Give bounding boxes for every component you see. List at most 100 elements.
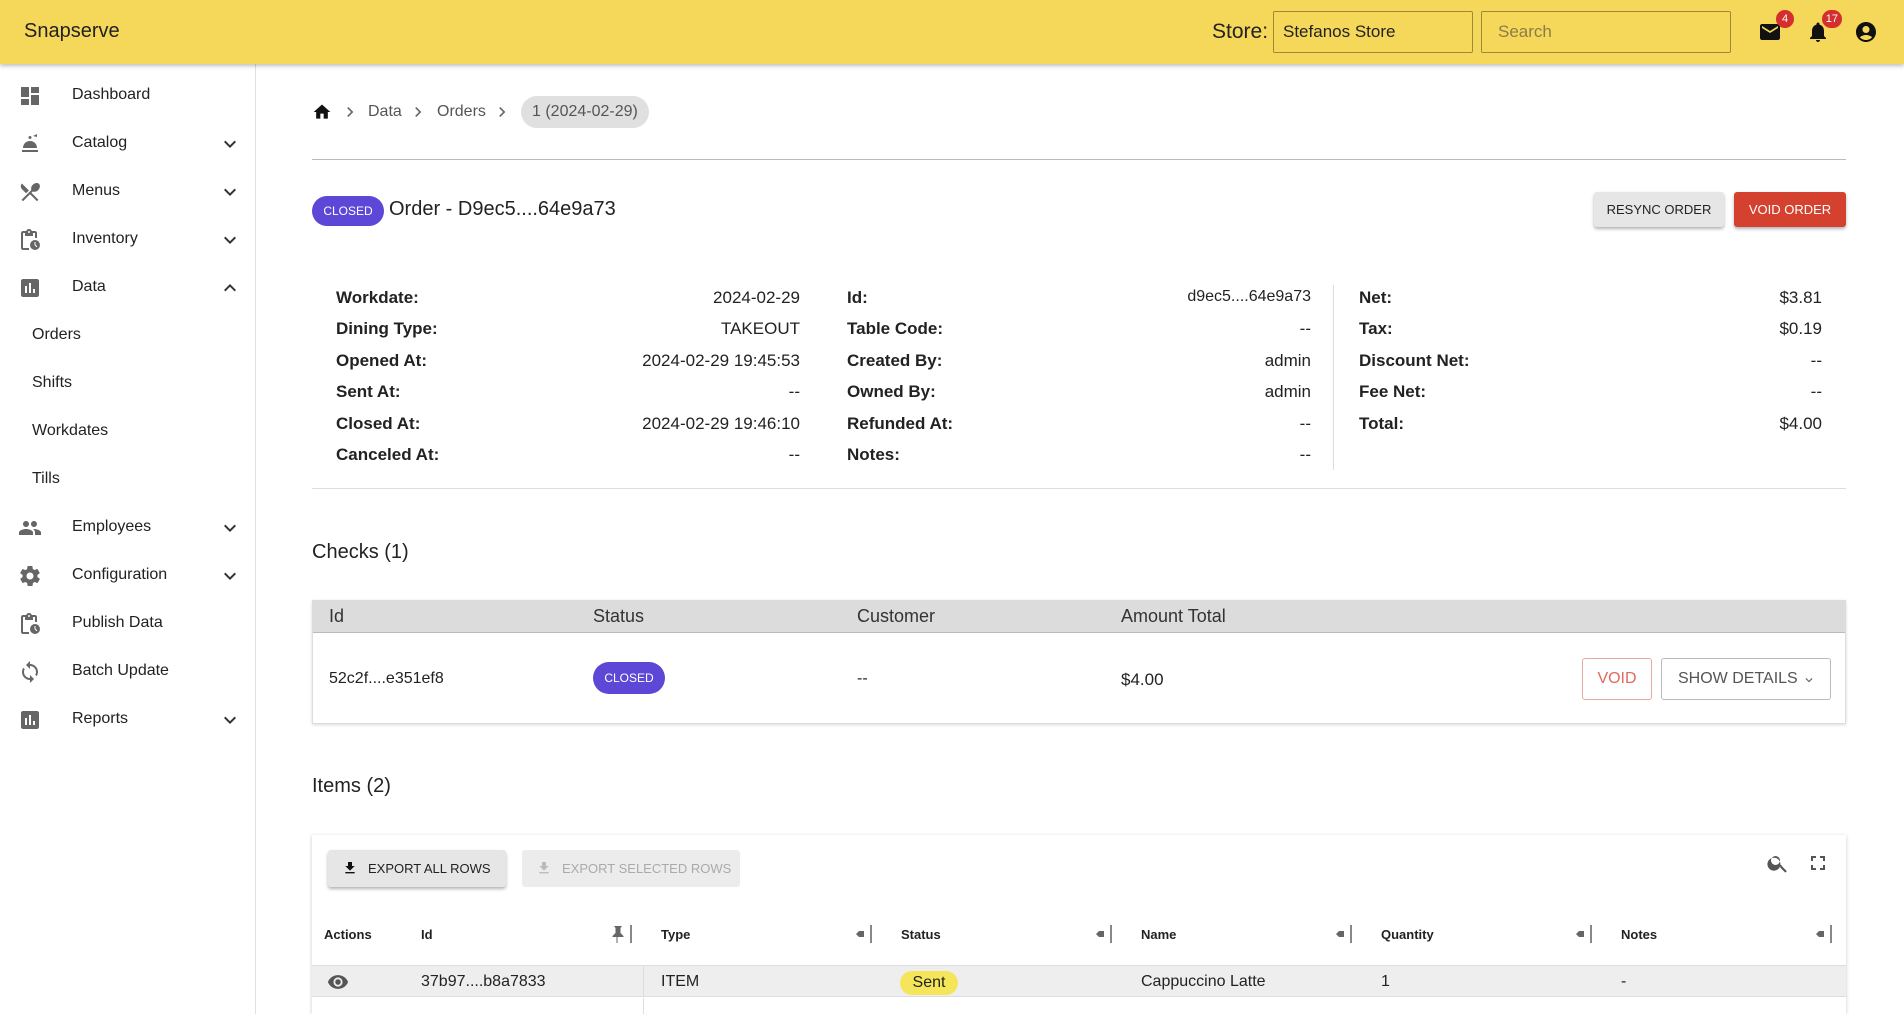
- checks-header: Id Status Customer Amount Total: [313, 601, 1845, 633]
- sidebar-item-label: Dashboard: [72, 86, 151, 103]
- column-divider: [643, 966, 644, 996]
- sidebar-item-menus[interactable]: Menus: [0, 168, 256, 216]
- check-customer: --: [857, 670, 868, 687]
- download-icon: [345, 862, 355, 874]
- sidebar-item-configuration[interactable]: Configuration: [0, 552, 256, 600]
- breadcrumb-orders[interactable]: Orders: [437, 103, 486, 121]
- detail-label: Closed At:: [336, 414, 421, 433]
- column-header-notes[interactable]: Notes: [1621, 927, 1657, 942]
- chevron-down-icon: [218, 708, 242, 732]
- column-header-customer[interactable]: Customer: [857, 606, 935, 627]
- pin-icon[interactable]: [1808, 923, 1834, 945]
- checks-title: Checks (1): [312, 541, 409, 563]
- home-icon[interactable]: [312, 102, 332, 122]
- detail-row: Canceled At: --: [336, 445, 800, 469]
- sidebar-item-batch-update[interactable]: Batch Update: [0, 648, 256, 696]
- sidebar-item-reports[interactable]: Reports: [0, 696, 256, 744]
- sidebar-item-employees[interactable]: Employees: [0, 504, 256, 552]
- column-header-status[interactable]: Status: [593, 606, 644, 627]
- column-header-name[interactable]: Name: [1141, 927, 1176, 942]
- pin-icon[interactable]: [848, 923, 874, 945]
- chevron-right-icon: [340, 102, 360, 122]
- account-icon[interactable]: [1854, 20, 1878, 44]
- detail-value: --: [1299, 319, 1311, 338]
- detail-label: Total:: [1359, 414, 1405, 433]
- show-details-button[interactable]: SHOW DETAILS: [1661, 658, 1831, 700]
- detail-row: Owned By: admin: [847, 382, 1311, 406]
- sidebar-item-dashboard[interactable]: Dashboard: [0, 72, 256, 120]
- column-header-amount-total[interactable]: Amount Total: [1121, 606, 1226, 627]
- search-icon[interactable]: [1766, 851, 1790, 875]
- pin-icon[interactable]: [1568, 923, 1594, 945]
- sync-icon: [18, 660, 42, 684]
- export-selected-label: EXPORT SELECTED ROWS: [562, 861, 732, 876]
- detail-label: Created By:: [847, 351, 943, 370]
- sidebar: Dashboard Catalog Menus Inventory Data O…: [0, 64, 256, 1014]
- sidebar-item-data[interactable]: Data: [0, 264, 256, 312]
- order-status-badge: CLOSED: [312, 196, 384, 226]
- column-header-id[interactable]: Id: [329, 606, 344, 627]
- sidebar-item-tills[interactable]: Tills: [0, 456, 256, 504]
- pin-icon[interactable]: [1328, 923, 1354, 945]
- detail-value: --: [1810, 351, 1822, 370]
- column-divider: [643, 998, 644, 1014]
- mail-badge: 4: [1776, 10, 1794, 28]
- detail-row: Created By: admin: [847, 351, 1311, 375]
- detail-row: Id: d9ec5....64e9a73: [847, 288, 1311, 312]
- sidebar-item-workdates[interactable]: Workdates: [0, 408, 256, 456]
- status-badge: CLOSED: [593, 662, 665, 694]
- breadcrumb-current: 1 (2024-02-29): [521, 96, 649, 128]
- column-header-quantity[interactable]: Quantity: [1381, 927, 1434, 942]
- detail-row: Discount Net: --: [1359, 351, 1822, 375]
- sidebar-item-publish-data[interactable]: Publish Data: [0, 600, 256, 648]
- detail-row: Closed At: 2024-02-29 19:46:10: [336, 414, 800, 438]
- pin-icon[interactable]: [608, 923, 634, 945]
- pin-icon[interactable]: [1088, 923, 1114, 945]
- chevron-down-icon: [218, 564, 242, 588]
- store-label: Store:: [1212, 20, 1269, 43]
- bell-icon[interactable]: 17: [1806, 10, 1842, 44]
- sidebar-item-label: Menus: [72, 182, 121, 199]
- fullscreen-icon[interactable]: [1806, 851, 1830, 875]
- column-header-id[interactable]: Id: [421, 927, 433, 942]
- sidebar-item-inventory[interactable]: Inventory: [0, 216, 256, 264]
- export-all-rows-button[interactable]: EXPORT ALL ROWS: [328, 850, 506, 887]
- breadcrumb-data[interactable]: Data: [368, 103, 402, 121]
- detail-label: Fee Net:: [1359, 382, 1427, 401]
- sidebar-item-label: Publish Data: [72, 614, 163, 631]
- app-brand[interactable]: Snapserve: [24, 20, 120, 43]
- detail-label: Workdate:: [336, 288, 419, 307]
- column-header-status[interactable]: Status: [901, 927, 941, 942]
- column-header-type[interactable]: Type: [661, 927, 690, 942]
- search-input[interactable]: [1481, 11, 1731, 53]
- clipboard-icon: [18, 228, 42, 252]
- detail-value: d9ec5....64e9a73: [1187, 288, 1311, 305]
- notification-badge: 17: [1821, 10, 1842, 28]
- detail-row: Total: $4.00: [1359, 414, 1822, 438]
- detail-label: Opened At:: [336, 351, 427, 370]
- detail-value: $4.00: [1779, 414, 1822, 433]
- void-check-button[interactable]: VOID: [1582, 658, 1652, 700]
- sidebar-item-shifts[interactable]: Shifts: [0, 360, 256, 408]
- detail-value: --: [788, 382, 800, 401]
- table-row[interactable]: [312, 998, 1846, 1014]
- sidebar-item-orders[interactable]: Orders: [0, 312, 256, 360]
- sidebar-item-catalog[interactable]: Catalog: [0, 120, 256, 168]
- chevron-down-icon: [1805, 678, 1813, 683]
- download-icon: [539, 862, 549, 874]
- void-order-button[interactable]: VOID ORDER: [1734, 192, 1846, 227]
- export-selected-rows-button[interactable]: EXPORT SELECTED ROWS: [522, 850, 740, 887]
- store-selector[interactable]: [1273, 11, 1473, 53]
- items-title: Items (2): [312, 775, 391, 797]
- column-header-actions[interactable]: Actions: [324, 927, 372, 942]
- mail-icon[interactable]: 4: [1758, 10, 1794, 44]
- item-type: ITEM: [661, 973, 700, 990]
- detail-row: Opened At: 2024-02-29 19:45:53: [336, 351, 800, 375]
- detail-row: Workdate: 2024-02-29: [336, 288, 800, 312]
- table-row[interactable]: 37b97....b8a7833 ITEM Sent Cappuccino La…: [312, 965, 1846, 997]
- resync-order-button[interactable]: RESYNC ORDER: [1594, 192, 1724, 227]
- chevron-down-icon: [218, 132, 242, 156]
- detail-label: Refunded At:: [847, 414, 954, 433]
- eye-icon[interactable]: [326, 971, 350, 998]
- items-header: Actions Id Type Status Name Quantity Not…: [312, 905, 1846, 965]
